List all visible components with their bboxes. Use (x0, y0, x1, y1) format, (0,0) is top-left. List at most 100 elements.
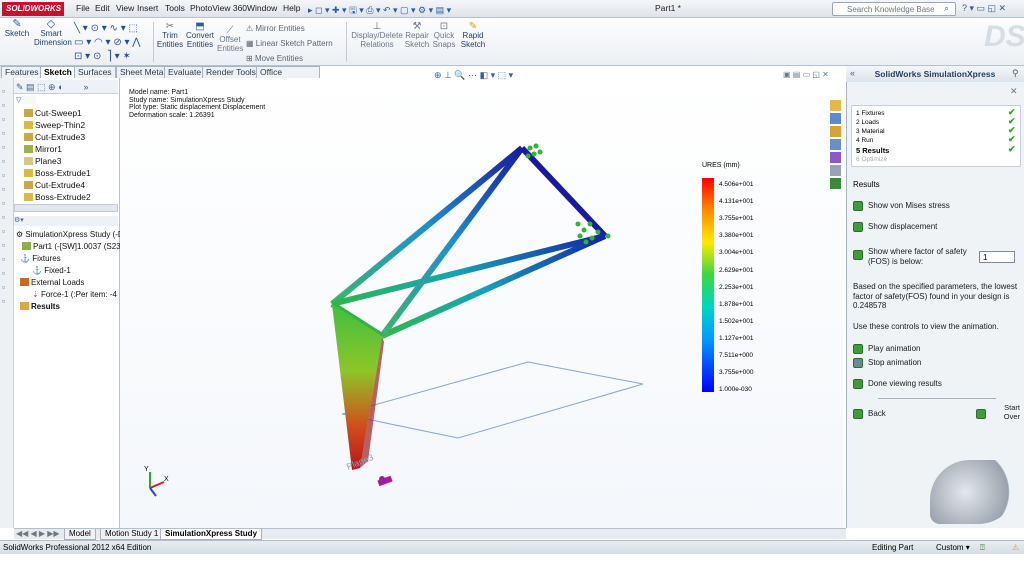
show-fos-label[interactable]: Show where factor of safety (FOS) is bel… (868, 247, 976, 266)
tree-tab-icons[interactable]: ✎ ▤ ⬚ ⊕ ◐ » (14, 80, 118, 94)
file-explorer-icon[interactable] (830, 126, 841, 137)
tab-sheet-metal[interactable]: Sheet Metal (116, 66, 170, 78)
step-fixtures[interactable]: 1 Fixtures (856, 110, 885, 117)
show-displacement-button[interactable] (853, 222, 863, 232)
task-pane-tab-icons[interactable] (830, 100, 842, 190)
tab-simulationxpress-study[interactable]: SimulationXpress Study (160, 529, 263, 540)
window-controls[interactable]: ? ▾ ▭ ◱ ✕ (962, 3, 1006, 14)
step-results[interactable]: 5 Results (856, 146, 889, 155)
step-material[interactable]: 3 Material (856, 128, 885, 135)
play-animation-label[interactable]: Play animation (868, 344, 920, 354)
step-run[interactable]: 4 Run (856, 137, 873, 144)
mirror-entities-button[interactable]: ⚠ Mirror Entities (246, 24, 305, 33)
view-heads-up-toolbar[interactable]: ⊕ ⊥ 🔍 ⋯ ◧ ▾ ⬚ ▾ (434, 70, 513, 81)
tab-features[interactable]: Features (1, 66, 43, 78)
start-over-button[interactable] (976, 409, 986, 419)
tab-office-products[interactable]: Office Products (256, 66, 320, 88)
filter-icon[interactable]: ▽ (16, 96, 36, 104)
rapid-sketch-button[interactable]: ✎ Rapid Sketch (459, 22, 487, 50)
tab-evaluate[interactable]: Evaluate (164, 66, 206, 78)
collapse-icon[interactable]: « (850, 68, 855, 78)
sim-external-loads-node[interactable]: External Loads (20, 278, 84, 287)
repair-sketch-button[interactable]: ⚒ Repair Sketch (404, 22, 430, 50)
sketch-button[interactable]: ✎ Sketch (3, 19, 31, 39)
sim-study-node[interactable]: ⚙ SimulationXpress Study (-D (16, 230, 124, 239)
tab-scroll-arrows[interactable]: ◀◀ ◀ ▶ ▶▶ (16, 529, 60, 538)
status-rebuild-icon[interactable]: ⚠ (1012, 541, 1019, 554)
sim-filter-icon[interactable]: ⚙▾ (14, 216, 118, 226)
plane-icon (24, 157, 33, 165)
tab-sketch[interactable]: Sketch (40, 66, 76, 78)
tree-item-cut-extrude3[interactable]: Cut-Extrude3 (24, 132, 85, 142)
tree-item-sweep-thin2[interactable]: Sweep-Thin2 (24, 120, 85, 130)
simulationxpress-icon[interactable] (830, 178, 841, 189)
play-animation-button[interactable] (853, 344, 863, 354)
stop-animation-button[interactable] (853, 358, 863, 368)
tree-item-plane3[interactable]: Plane3 (24, 156, 61, 166)
sim-results-node[interactable]: Results (20, 302, 60, 311)
display-delete-label: Display/Delete Relations (351, 31, 403, 49)
offset-entities-button[interactable]: ⟋ Offset Entities (217, 26, 243, 54)
menu-view[interactable]: View (116, 3, 134, 13)
status-help-icon[interactable]: ⍰ (980, 541, 985, 554)
back-button[interactable] (853, 409, 863, 419)
tree-item-cut-extrude4[interactable]: Cut-Extrude4 (24, 180, 85, 190)
menu-photoview[interactable]: PhotoView 360 (190, 3, 247, 13)
sim-fixtures-node[interactable]: ⚓ Fixtures (20, 254, 61, 263)
tree-item-boss-extrude1[interactable]: Boss-Extrude1 (24, 168, 91, 178)
custom-properties-icon[interactable] (830, 165, 841, 176)
quick-access-icons[interactable]: ▸ ◻ ▾ ✚ ▾ 🖫 ▾ ⎙ ▾ ↶ ▾ ▢ ▾ ⚙ ▾ ▤ ▾ (308, 3, 451, 19)
mirror-feature-icon (24, 145, 33, 153)
tab-motion-study-1[interactable]: Motion Study 1 (100, 529, 164, 540)
sim-fixed-node[interactable]: ⚓ Fixed-1 (32, 266, 71, 275)
menu-tools[interactable]: Tools (165, 3, 185, 13)
sketch-entity-tools[interactable]: ╲ ▾ ⊙ ▾ ∿ ▾ ⬚ ▭ ▾ ◠ ▾ ⊘ ▾ ⋀ ⊡ ▾ ⊙ ⎤ ▾ ✶ (74, 22, 140, 64)
move-entities-button[interactable]: ⊞ Move Entities (246, 54, 303, 63)
design-library-icon[interactable] (830, 113, 841, 124)
tab-render-tools[interactable]: Render Tools (202, 66, 260, 78)
search-icon[interactable]: ⌕ (944, 3, 949, 14)
show-von-mises-button[interactable] (853, 201, 863, 211)
menu-help[interactable]: Help (283, 3, 300, 13)
start-over-label[interactable]: Start Over (998, 403, 1020, 421)
viewport-window-controls[interactable]: ▣ ▤ ▭ ◱ ✕ (783, 70, 829, 79)
show-displacement-label[interactable]: Show displacement (868, 222, 937, 232)
convert-entities-button[interactable]: ⬒ Convert Entities (185, 22, 215, 50)
menu-file[interactable]: File (76, 3, 90, 13)
stop-animation-label[interactable]: Stop animation (868, 358, 921, 368)
display-delete-relations-button[interactable]: ⊥ Display/Delete Relations (350, 22, 404, 50)
search-knowledge-input[interactable]: Search Knowledge Base (832, 2, 956, 16)
show-von-mises-label[interactable]: Show von Mises stress (868, 201, 950, 211)
menu-insert[interactable]: Insert (137, 3, 158, 13)
done-viewing-label[interactable]: Done viewing results (868, 379, 942, 389)
close-icon[interactable]: ✕ (1010, 86, 1018, 97)
tree-item-label: Boss-Extrude1 (35, 168, 91, 178)
step-optimize[interactable]: 6 Optimize (856, 156, 887, 163)
back-label[interactable]: Back (868, 409, 886, 419)
sim-force-node[interactable]: ⇣ Force-1 (:Per item: -4 (32, 290, 117, 299)
sim-part-node[interactable]: Part1 (-[SW]1.0037 (S23 (22, 242, 121, 251)
resources-icon[interactable] (830, 100, 841, 111)
tab-surfaces[interactable]: Surfaces (74, 66, 116, 78)
step-loads[interactable]: 2 Loads (856, 119, 879, 126)
tree-item-cut-sweep1[interactable]: Cut-Sweep1 (24, 108, 82, 118)
tree-scrollbar[interactable] (14, 204, 118, 212)
menu-edit[interactable]: Edit (95, 3, 110, 13)
linear-pattern-button[interactable]: ▦ Linear Sketch Pattern (246, 39, 333, 48)
quick-snaps-button[interactable]: ⊡ Quick Snaps (431, 22, 457, 50)
tree-item-mirror1[interactable]: Mirror1 (24, 144, 62, 154)
menu-window[interactable]: Window (247, 3, 277, 13)
feature-icon (24, 133, 33, 141)
show-fos-button[interactable] (853, 250, 863, 260)
trim-entities-button[interactable]: ✂ Trim Entities (156, 22, 184, 50)
pin-icon[interactable]: ⚲ (1012, 68, 1019, 79)
view-palette-icon[interactable] (830, 139, 841, 150)
done-viewing-button[interactable] (853, 379, 863, 389)
status-custom[interactable]: Custom ▾ (936, 541, 970, 554)
tab-model[interactable]: Model (64, 529, 96, 540)
side-tool-icons[interactable]: ▫ ▫ ▫ ▫ ▫ ▫ ▫ ▫ ▫ ▫ ▫ ▫ ▫ ▫ ▫ ▫ (0, 78, 13, 308)
tree-item-boss-extrude2[interactable]: Boss-Extrude2 (24, 192, 91, 202)
appearances-icon[interactable] (830, 152, 841, 163)
smart-dimension-button[interactable]: ◇ Smart Dimension (34, 19, 72, 48)
fos-threshold-input[interactable] (979, 251, 1015, 263)
